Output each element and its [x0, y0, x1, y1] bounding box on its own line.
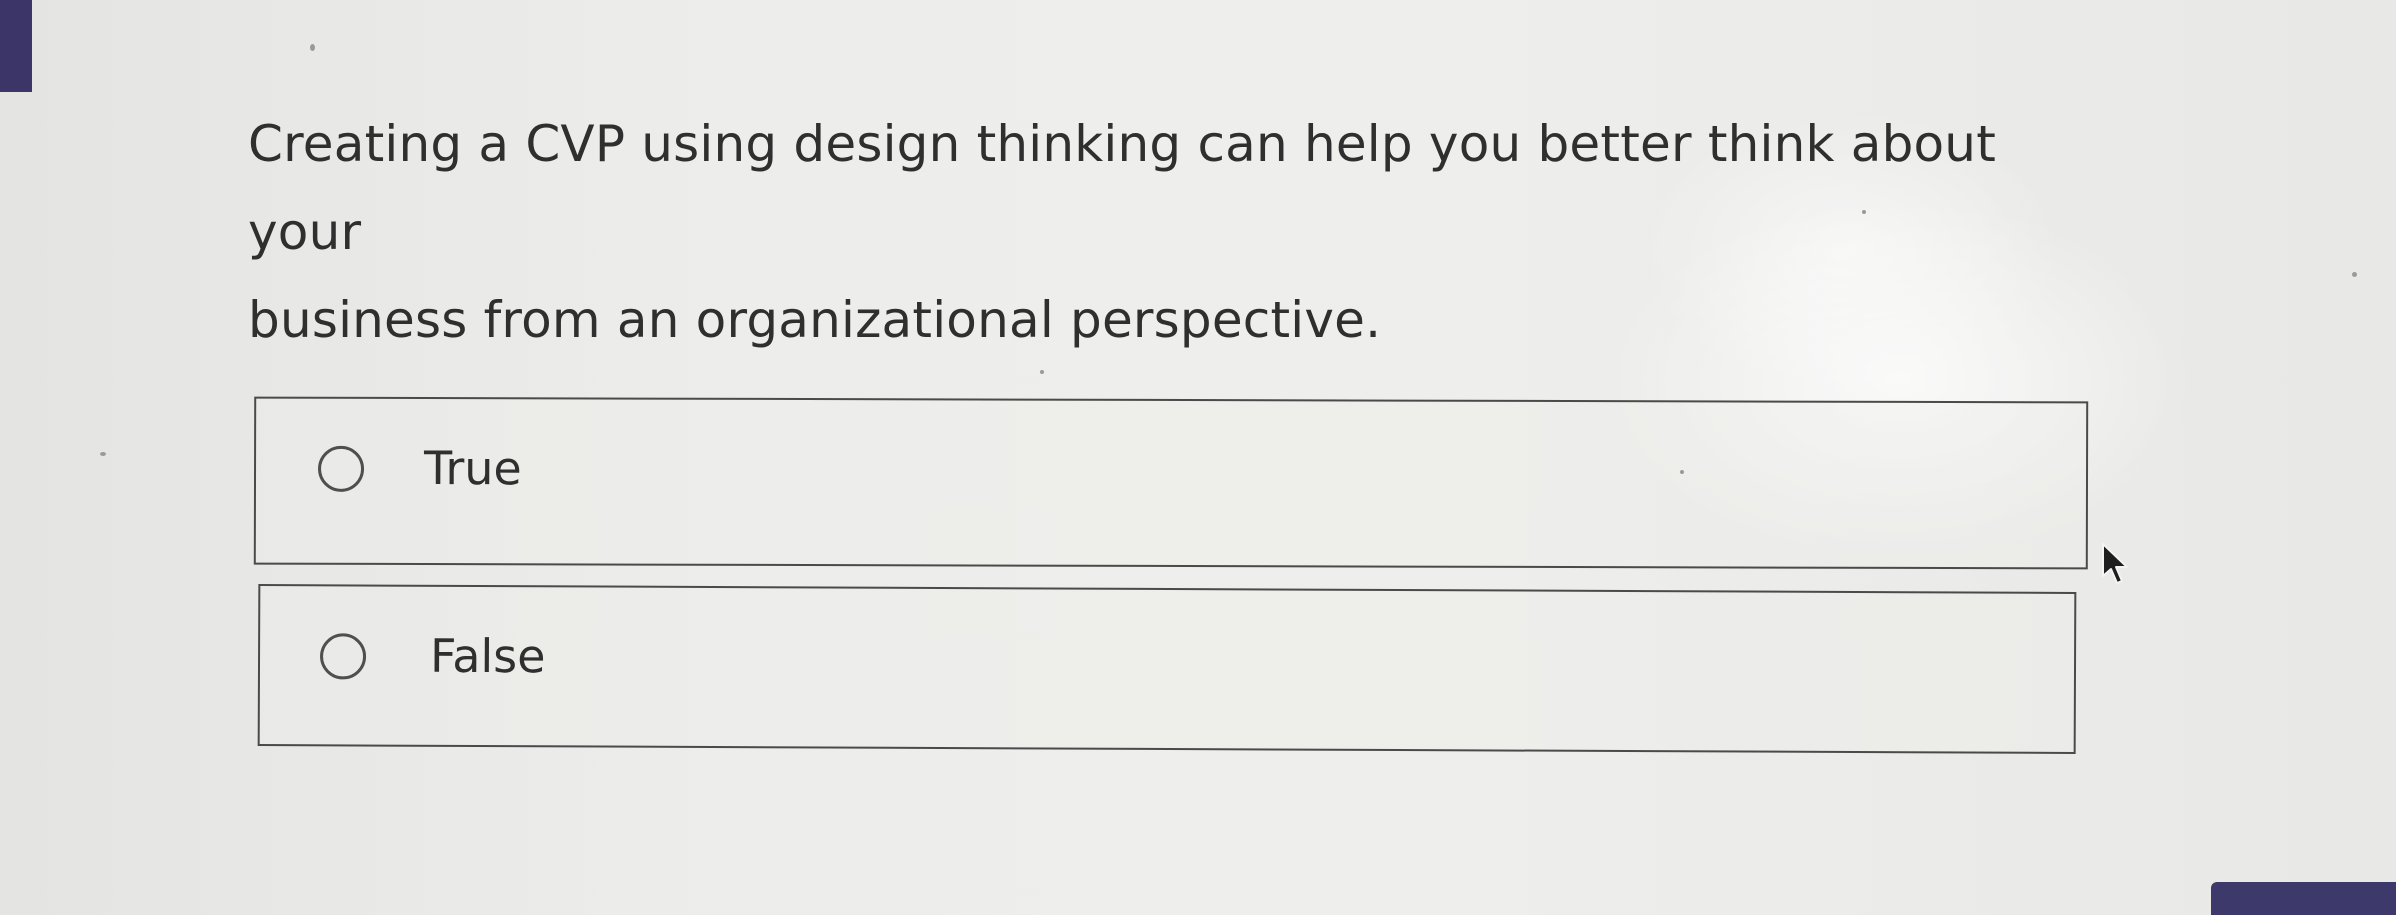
radio-circle-icon[interactable] [319, 633, 367, 680]
screen-speck [1040, 370, 1044, 374]
question-text: Creating a CVP using design thinking can… [248, 100, 2008, 364]
answer-option-false[interactable]: False [257, 584, 2077, 754]
screen-speck [2352, 272, 2357, 277]
answer-option-true[interactable]: True [253, 396, 2089, 570]
screen-speck [310, 44, 315, 51]
radio-circle-icon[interactable] [317, 445, 365, 492]
answer-label-false: False [429, 628, 546, 684]
screen-speck [1680, 470, 1684, 474]
screen-speck [1862, 210, 1866, 214]
left-nav-accent [0, 0, 32, 92]
answer-label-true: True [423, 441, 522, 496]
question-line-2: business from an organizational perspect… [248, 291, 1382, 349]
mouse-pointer-icon [2102, 543, 2128, 584]
screen-background: Creating a CVP using design thinking can… [0, 0, 2396, 915]
screen-speck [100, 452, 106, 456]
question-line-1: Creating a CVP using design thinking can… [248, 115, 1996, 261]
bottom-right-accent [2211, 882, 2396, 915]
